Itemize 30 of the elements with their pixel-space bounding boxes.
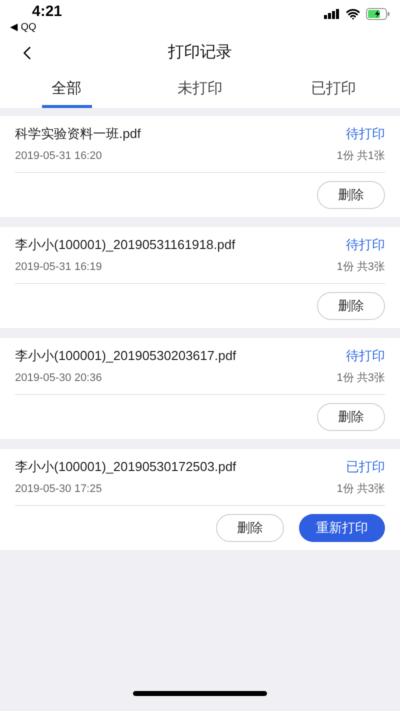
copy-count: 1份 共3张 (336, 370, 385, 386)
record-date: 2019-05-30 17:25 (15, 482, 102, 496)
copy-count: 1份 共3张 (336, 260, 385, 274)
delete-button[interactable]: 删除 (317, 181, 385, 209)
copy-count: 1份 共1张 (336, 148, 385, 164)
print-status: 待打印 (346, 236, 385, 254)
back-to-app-link[interactable]: ◀ QQ (10, 22, 62, 34)
record-date: 2019-05-30 20:36 (15, 370, 102, 386)
print-status: 待打印 (346, 125, 385, 143)
tab[interactable]: 全部 (0, 70, 134, 108)
file-name: 李小小(100001)_20190530172503.pdf (15, 458, 236, 476)
tab[interactable]: 未打印 (133, 70, 267, 108)
status-time: 4:21 (32, 2, 62, 22)
page-title: 打印记录 (168, 42, 232, 63)
file-name: 李小小(100001)_20190531161918.pdf (15, 236, 236, 254)
print-status: 待打印 (346, 347, 385, 365)
delete-button[interactable]: 删除 (216, 514, 284, 542)
delete-button[interactable]: 删除 (317, 292, 385, 320)
print-status: 已打印 (346, 458, 385, 476)
file-name: 李小小(100001)_20190530203617.pdf (15, 347, 236, 365)
record-date: 2019-05-31 16:19 (15, 260, 102, 274)
file-name: 科学实验资料一班.pdf (15, 125, 141, 143)
reprint-button[interactable]: 重新打印 (299, 514, 385, 542)
battery-charging-icon (366, 8, 390, 20)
delete-button[interactable]: 删除 (317, 403, 385, 431)
tab[interactable]: 已打印 (266, 70, 400, 108)
wifi-icon (346, 7, 360, 21)
signal-icon (324, 9, 340, 19)
copy-count: 1份 共3张 (336, 482, 385, 496)
record-date: 2019-05-31 16:20 (15, 148, 102, 164)
